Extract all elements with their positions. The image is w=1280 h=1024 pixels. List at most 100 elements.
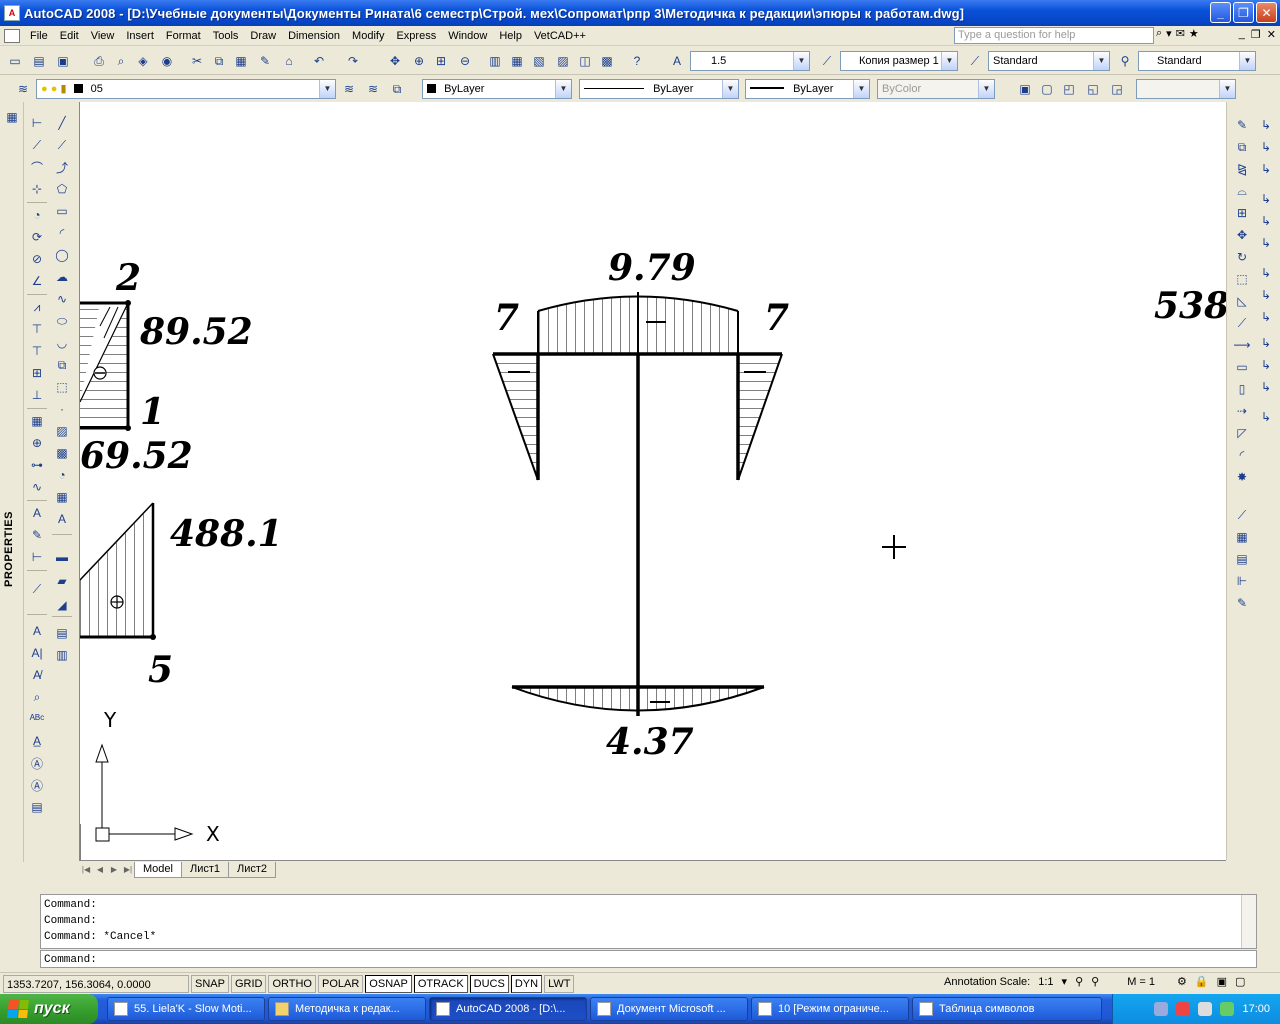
menu-vetcad[interactable]: VetCAD++	[528, 27, 592, 45]
extra-tool-b-icon[interactable]: ▥	[53, 646, 71, 664]
sheet-set-icon[interactable]: ▨	[554, 52, 572, 70]
doc-restore-button[interactable]: ❐	[1251, 28, 1261, 41]
coordinate-readout[interactable]: 1353.7207, 156.3064, 0.0000	[3, 974, 189, 993]
annotation-visibility-icon[interactable]: ⚲	[1075, 975, 1083, 988]
mode-toggle-snap[interactable]: SNAP	[191, 974, 229, 993]
ucs-icon-11[interactable]: ↳	[1257, 356, 1275, 374]
tab-layout-2[interactable]: Лист2	[228, 861, 277, 878]
edit-tool-icon[interactable]: ✎	[1233, 594, 1251, 612]
close-button[interactable]: ✕	[1256, 2, 1277, 23]
new-file-icon[interactable]: ▭	[6, 52, 24, 70]
point-icon[interactable]: ·	[53, 400, 71, 418]
line-icon[interactable]: ╱	[53, 114, 71, 132]
layer-states-icon[interactable]: ⧉	[388, 80, 406, 98]
text-style-combo[interactable]: Standard ▼	[988, 51, 1110, 71]
taskbar-item-charmap[interactable]: Таблица символов	[912, 997, 1102, 1021]
hatch-icon[interactable]: ▨	[53, 422, 71, 440]
array-icon[interactable]: ⊞	[1233, 204, 1251, 222]
angular-dimension-icon[interactable]: ∠	[28, 272, 46, 290]
circle-icon[interactable]: ◯	[53, 246, 71, 264]
linear-dimension-icon[interactable]: ⊢	[28, 114, 46, 132]
tab-last-icon[interactable]: ▶|	[121, 863, 135, 877]
arc-icon[interactable]: ◜	[53, 224, 71, 242]
make-current-layer-icon[interactable]: ≋	[340, 80, 358, 98]
mode-toggle-ortho[interactable]: ORTHO	[268, 974, 316, 993]
chevron-down-icon[interactable]: ▼	[319, 80, 335, 98]
help-icon[interactable]: ?	[628, 52, 646, 70]
make-block-icon[interactable]: ⬚	[53, 378, 71, 396]
ordinate-dimension-icon[interactable]: ⊹	[28, 180, 46, 198]
chevron-down-icon[interactable]: ▼	[1239, 52, 1255, 70]
lineweight-combo[interactable]: ByLayer ▼	[745, 79, 870, 99]
menu-insert[interactable]: Insert	[120, 27, 160, 45]
tab-model[interactable]: Model	[134, 861, 182, 878]
chevron-down-icon[interactable]: ▾	[1062, 975, 1068, 988]
ellipse-icon[interactable]: ⬭	[53, 312, 71, 330]
ucs-icon-12[interactable]: ↳	[1257, 378, 1275, 396]
layer-combo[interactable]: ● ● ▮ 05 ▼	[36, 79, 336, 99]
region-icon[interactable]: ◔	[53, 466, 71, 484]
viewport-icon[interactable]: ▣	[1016, 80, 1034, 98]
block-editor-icon[interactable]: ⌂	[280, 52, 298, 70]
ellipse-arc-icon[interactable]: ◡	[53, 334, 71, 352]
menu-format[interactable]: Format	[160, 27, 207, 45]
save-icon[interactable]: ▣	[54, 52, 72, 70]
ucs-icon-5[interactable]: ↳	[1257, 212, 1275, 230]
multiline-text-draw-icon[interactable]: A	[53, 510, 71, 528]
zoom-previous-icon[interactable]: ⊖	[456, 52, 474, 70]
menu-window[interactable]: Window	[442, 27, 493, 45]
mode-toggle-grid[interactable]: GRID	[230, 974, 267, 993]
layout-tool-icon[interactable]: ▬	[53, 548, 71, 566]
communication-center-icon[interactable]: ▣	[1217, 975, 1227, 988]
help-search-input[interactable]: Type a question for help	[954, 27, 1154, 44]
text-style-left-icon[interactable]: A̲	[28, 732, 46, 750]
text-style-icon[interactable]: A	[668, 52, 686, 70]
properties-palette-strip[interactable]: ▦ PROPERTIES	[0, 102, 24, 862]
inspect-icon[interactable]: ⊶	[28, 456, 46, 474]
chevron-down-icon[interactable]: ▼	[793, 52, 809, 70]
tab-first-icon[interactable]: |◀	[79, 863, 93, 877]
copy-object-icon[interactable]: ⧉	[1233, 138, 1251, 156]
polygonal-viewport-icon[interactable]: ◰	[1060, 80, 1078, 98]
dimension-style-icon[interactable]: ⟋	[818, 52, 836, 70]
ucs-icon-3[interactable]: ↳	[1257, 160, 1275, 178]
aligned-dimension-icon[interactable]: ⟋	[28, 136, 46, 154]
tool-palettes-icon[interactable]: ▧	[530, 52, 548, 70]
dimension-edit-icon[interactable]: A	[28, 504, 46, 522]
layer-manager-icon[interactable]: ≋	[14, 80, 32, 98]
arc-length-icon[interactable]: ⌒	[28, 158, 46, 176]
chevron-down-icon[interactable]: ▼	[722, 80, 738, 98]
lock-icon[interactable]: 🔒	[1195, 975, 1209, 988]
antivirus-icon[interactable]	[1176, 1002, 1191, 1016]
extra-tool-a-icon[interactable]: ▤	[53, 624, 71, 642]
single-line-text-icon[interactable]: A|	[28, 644, 46, 662]
minimize-button[interactable]: _	[1210, 2, 1231, 23]
mode-toggle-otrack[interactable]: OTRACK	[413, 974, 468, 993]
menu-dimension[interactable]: Dimension	[282, 27, 346, 45]
chevron-down-icon[interactable]: ▼	[1093, 52, 1109, 70]
quick-dimension-icon[interactable]: ⩘	[28, 298, 46, 316]
pan-icon[interactable]: ✥	[386, 52, 404, 70]
clean-screen-icon[interactable]: ▢	[1235, 975, 1245, 988]
menu-edit[interactable]: Edit	[54, 27, 85, 45]
layer-previous-icon[interactable]: ≋	[364, 80, 382, 98]
menu-view[interactable]: View	[85, 27, 121, 45]
chevron-down-icon[interactable]: ▼	[853, 80, 869, 98]
jogged-linear-icon[interactable]: ∿	[28, 478, 46, 496]
3d-dwf-icon[interactable]: ◉	[158, 52, 176, 70]
polyline-icon[interactable]: ⤴	[53, 158, 71, 176]
diameter-dimension-icon[interactable]: ⊘	[28, 250, 46, 268]
command-input[interactable]: Command:	[40, 950, 1257, 968]
offset-icon[interactable]: ⌓	[1233, 182, 1251, 200]
menu-file[interactable]: File	[24, 27, 54, 45]
polygon-icon[interactable]: ⬠	[53, 180, 71, 198]
table-style-combo[interactable]: Standard ▼	[1138, 51, 1256, 71]
continue-dimension-icon[interactable]: ⊤	[28, 342, 46, 360]
break-icon[interactable]: ▯	[1233, 380, 1251, 398]
fillet-icon[interactable]: ◜	[1233, 446, 1251, 464]
doc-close-button[interactable]: ✕	[1267, 28, 1276, 41]
dimension-break-icon[interactable]: ⊥	[28, 386, 46, 404]
find-replace-icon[interactable]: ⌕	[28, 688, 46, 706]
network-icon[interactable]	[1154, 1002, 1169, 1016]
color-combo[interactable]: ByLayer ▼	[422, 79, 572, 99]
